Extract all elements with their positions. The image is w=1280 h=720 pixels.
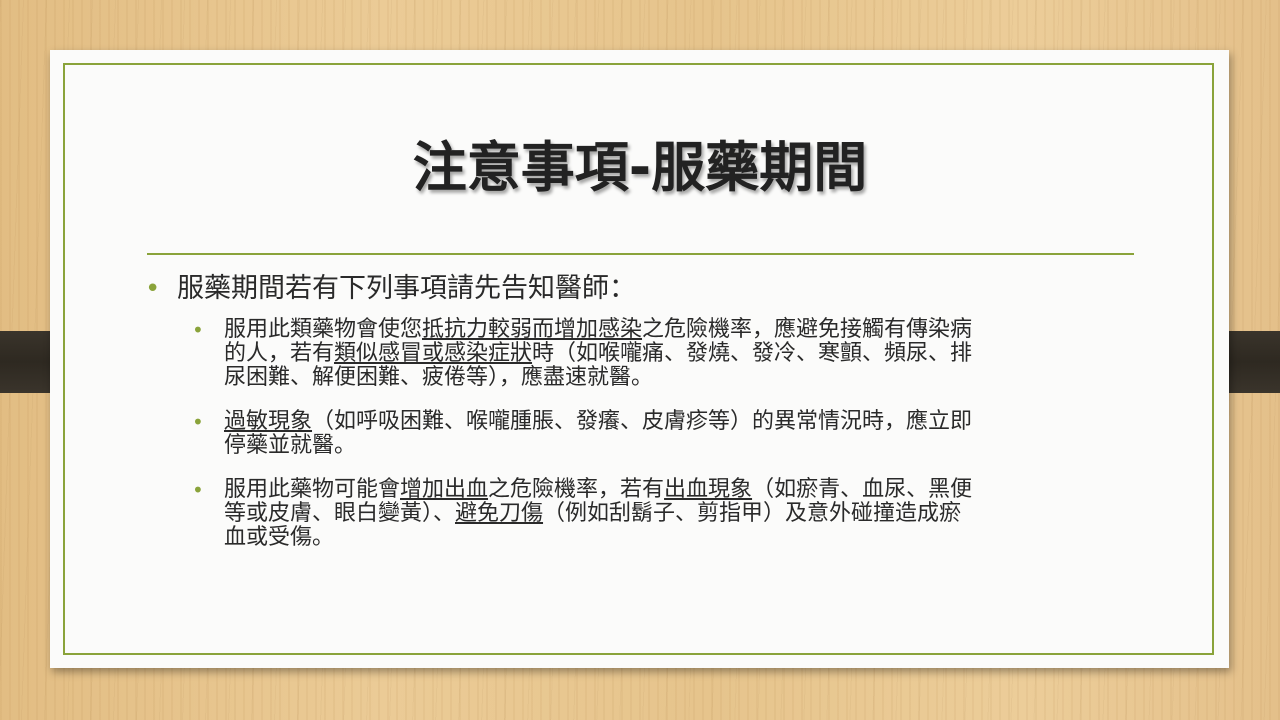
sub-bullet-allergy: • 過敏現象（如呼吸困難、喉嚨腫脹、發癢、皮膚疹等）的異常情況時，應立即 停藥並… — [192, 410, 1140, 458]
underlined-phrase: 類似感冒或感染症狀 — [334, 341, 533, 366]
text-line: 等或皮膚、眼白變黃）、避免刀傷（例如刮鬍子、剪指甲）及意外碰撞造成瘀 — [224, 501, 962, 526]
underlined-phrase: 過敏現象 — [224, 409, 313, 434]
bullet-dot-icon: • — [192, 478, 204, 502]
underlined-phrase: 增加出血 — [400, 477, 489, 502]
underlined-phrase: 避免刀傷 — [455, 501, 544, 526]
text-line: 的人，若有類似感冒或感染症狀時（如喉嚨痛、發燒、發冷、寒顫、頻尿、排 — [224, 341, 973, 366]
text-line: 服用此類藥物會使您抵抗力較弱而增加感染之危險機率，應避免接觸有傳染病 — [224, 317, 973, 342]
sub-bullet-infection: • 服用此類藥物會使您抵抗力較弱而增加感染之危險機率，應避免接觸有傳染病 的人，… — [192, 318, 1140, 390]
underlined-phrase: 出血現象 — [664, 477, 753, 502]
slide-content: • 服藥期間若有下列事項請先告知醫師： • 服用此類藥物會使您抵抗力較弱而增加感… — [145, 270, 1140, 550]
text-line: 服用此藥物可能會增加出血之危險機率，若有出血現象（如瘀青、血尿、黑便 — [224, 477, 973, 502]
text-line: 血或受傷。 — [224, 525, 335, 550]
bullet-dot-icon: • — [145, 274, 161, 304]
slide-title: 注意事項-服藥期間 — [412, 136, 868, 199]
intro-bullet: • 服藥期間若有下列事項請先告知醫師： — [145, 270, 1140, 308]
text-line: 過敏現象（如呼吸困難、喉嚨腫脹、發癢、皮膚疹等）的異常情況時，應立即 — [224, 409, 973, 434]
intro-text: 服藥期間若有下列事項請先告知醫師： — [177, 273, 636, 304]
bullet-dot-icon: • — [192, 410, 204, 434]
sub-bullet-bleeding: • 服用此藥物可能會增加出血之危險機率，若有出血現象（如瘀青、血尿、黑便 等或皮… — [192, 478, 1140, 550]
bullet-dot-icon: • — [192, 318, 204, 342]
text-line: 尿困難、解便困難、疲倦等），應盡速就醫。 — [224, 365, 654, 390]
title-divider — [147, 253, 1134, 255]
underlined-phrase: 抵抗力較弱而增加感染 — [422, 317, 643, 342]
text-line: 停藥並就醫。 — [224, 433, 357, 458]
